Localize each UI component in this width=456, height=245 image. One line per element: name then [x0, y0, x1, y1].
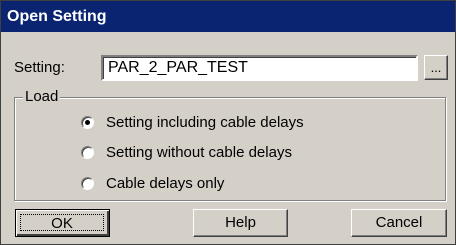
- radio-option-without-cable-delays[interactable]: Setting without cable delays: [81, 142, 292, 162]
- help-button[interactable]: Help: [193, 209, 288, 237]
- radio-button[interactable]: [81, 176, 94, 190]
- ok-button[interactable]: OK: [15, 209, 110, 237]
- radio-button-selected[interactable]: [81, 115, 94, 129]
- radio-label: Cable delays only: [106, 174, 225, 192]
- load-group-legend: Load: [23, 88, 61, 106]
- radio-label: Setting including cable delays: [106, 113, 304, 131]
- radio-button[interactable]: [81, 145, 94, 159]
- open-setting-dialog: Open Setting Setting: PAR_2_PAR_TEST ...…: [0, 0, 456, 245]
- setting-input[interactable]: PAR_2_PAR_TEST: [101, 55, 418, 81]
- radio-option-cable-delays-only[interactable]: Cable delays only: [81, 173, 224, 193]
- radio-option-including-cable-delays[interactable]: Setting including cable delays: [81, 112, 304, 132]
- dialog-title: Open Setting: [1, 1, 455, 32]
- browse-button[interactable]: ...: [424, 55, 448, 80]
- setting-label: Setting:: [14, 59, 65, 76]
- ok-button-label: OK: [20, 214, 104, 232]
- radio-label: Setting without cable delays: [106, 143, 292, 161]
- cancel-button[interactable]: Cancel: [351, 209, 447, 237]
